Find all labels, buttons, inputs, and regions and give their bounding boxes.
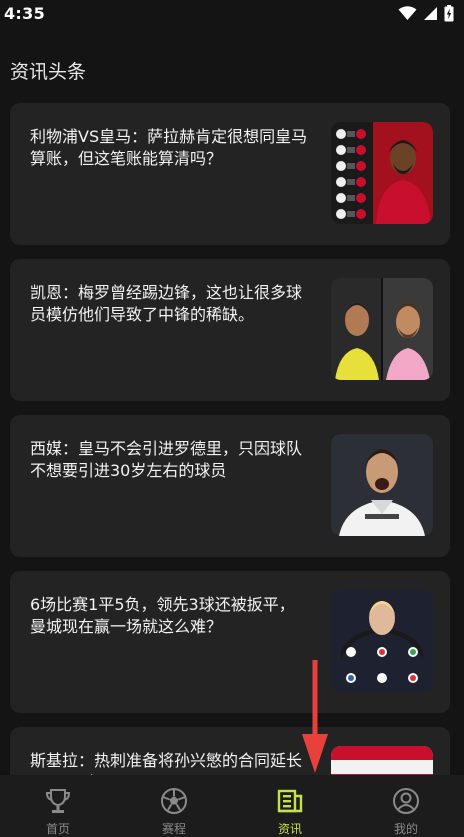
news-card[interactable]: 利物浦VS皇马：萨拉赫肯定很想同皇马算账，但这笔账能算清吗？ <box>10 103 450 245</box>
bottom-tab-bar: 首页 赛程 资讯 我的 <box>0 775 464 837</box>
tab-profile[interactable]: 我的 <box>348 775 464 837</box>
news-thumbnail[interactable] <box>331 590 433 692</box>
news-icon <box>277 789 303 813</box>
profile-icon <box>393 788 419 814</box>
tab-home[interactable]: 首页 <box>0 775 116 837</box>
tab-label: 赛程 <box>161 822 186 836</box>
tab-label: 我的 <box>393 822 418 836</box>
news-card[interactable]: 凯恩：梅罗曾经踢边锋，这也让很多球员模仿他们导致了中锋的稀缺。 <box>10 259 450 401</box>
news-thumbnail[interactable] <box>331 122 433 224</box>
section-title: 资讯头条 <box>10 61 87 83</box>
tab-label: 首页 <box>45 822 70 836</box>
news-list[interactable]: 资讯头条 利物浦VS皇马：萨拉赫肯定很想同皇马算账，但这笔账能算清吗？ 凯恩：梅… <box>0 0 464 775</box>
news-thumbnail[interactable] <box>331 434 433 536</box>
news-thumbnail[interactable] <box>331 746 433 775</box>
tab-label: 资讯 <box>277 822 302 836</box>
news-card[interactable]: 6场比赛1平5负，领先3球还被扳平，曼城现在赢一场就这么难？ <box>10 571 450 713</box>
news-card[interactable]: 西媒：皇马不会引进罗德里，只因球队不想要引进30岁左右的球员 <box>10 415 450 557</box>
tab-schedule[interactable]: 赛程 <box>116 775 232 837</box>
trophy-icon <box>45 789 71 813</box>
football-icon <box>161 788 187 814</box>
news-title: 6场比赛1平5负，领先3球还被扳平，曼城现在赢一场就这么难？ <box>30 595 295 636</box>
scroll-down-arrow-icon <box>302 660 328 773</box>
tab-news[interactable]: 资讯 <box>232 775 348 837</box>
news-card[interactable]: 斯基拉：热刺准备将孙兴慜的合同延长至2026年 <box>10 727 450 775</box>
news-title: 西媒：皇马不会引进罗德里，只因球队不想要引进30岁左右的球员 <box>30 439 303 480</box>
news-title: 利物浦VS皇马：萨拉赫肯定很想同皇马算账，但这笔账能算清吗？ <box>30 127 308 168</box>
news-title: 斯基拉：热刺准备将孙兴慜的合同延长至2026年 <box>30 751 303 775</box>
news-title: 凯恩：梅罗曾经踢边锋，这也让很多球员模仿他们导致了中锋的稀缺。 <box>30 283 303 324</box>
news-thumbnail[interactable] <box>331 278 433 380</box>
